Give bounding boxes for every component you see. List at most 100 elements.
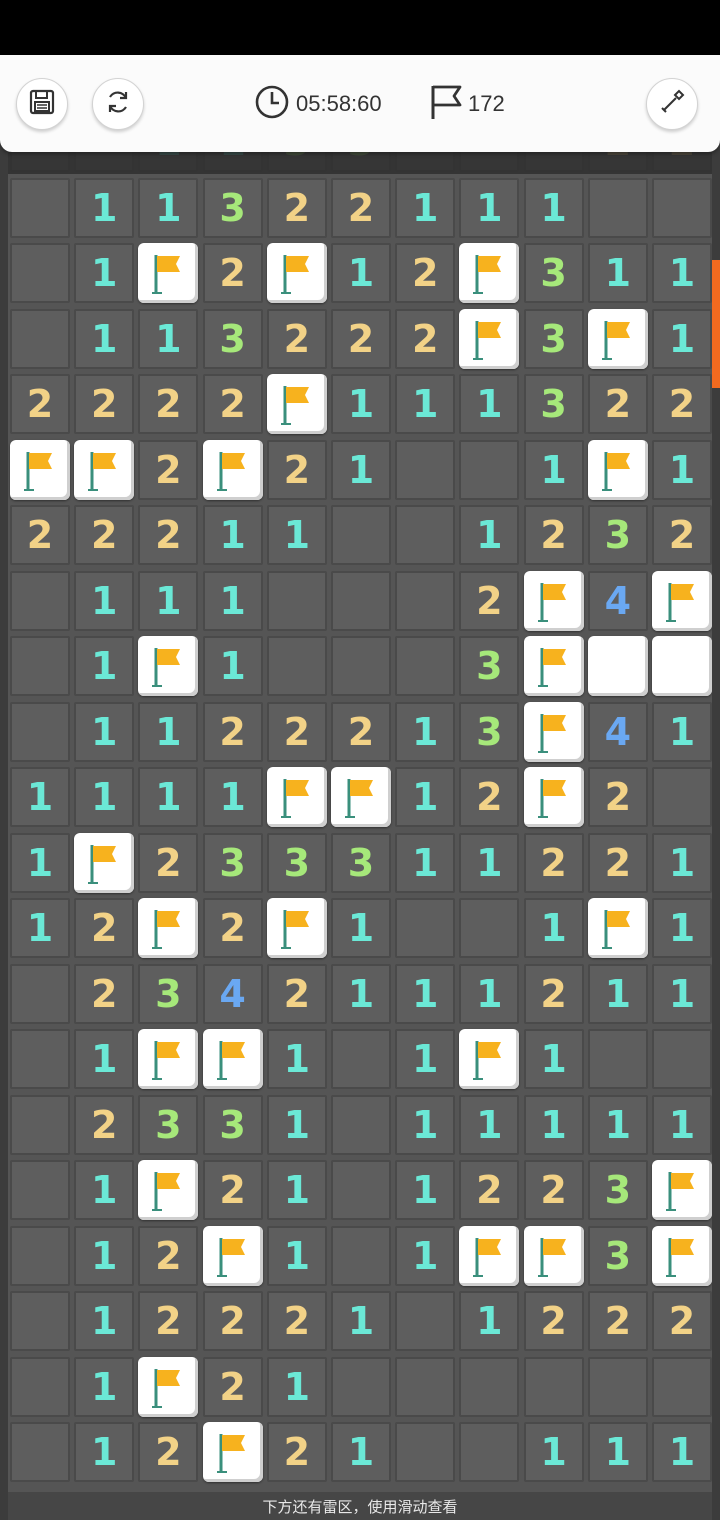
empty-cell[interactable] [395, 636, 456, 696]
number-cell[interactable]: 1 [74, 308, 135, 369]
empty-cell[interactable] [331, 1160, 391, 1220]
flagged-cell[interactable] [652, 570, 712, 631]
empty-cell[interactable] [266, 636, 327, 696]
number-cell[interactable]: 2 [202, 374, 263, 434]
number-cell[interactable]: 2 [459, 570, 520, 631]
number-cell[interactable]: 2 [202, 1291, 263, 1351]
number-cell[interactable]: 1 [523, 1094, 584, 1155]
number-cell[interactable]: 1 [395, 177, 456, 238]
number-cell[interactable]: 2 [587, 374, 648, 434]
flagged-cell[interactable] [652, 1225, 712, 1286]
number-cell[interactable]: 1 [74, 1029, 135, 1089]
number-cell[interactable]: 1 [459, 177, 520, 238]
empty-cell[interactable] [10, 1225, 70, 1286]
empty-cell[interactable] [459, 439, 520, 500]
flagged-cell[interactable] [266, 767, 327, 827]
number-cell[interactable]: 1 [266, 1356, 327, 1417]
number-cell[interactable]: 3 [587, 1225, 648, 1286]
number-cell[interactable]: 1 [74, 570, 135, 631]
number-cell[interactable]: 2 [138, 374, 199, 434]
empty-cell[interactable] [10, 1094, 70, 1155]
number-cell[interactable]: 1 [652, 439, 712, 500]
number-cell[interactable]: 1 [587, 243, 648, 303]
number-cell[interactable]: 1 [266, 505, 327, 565]
number-cell[interactable]: 2 [587, 1291, 648, 1351]
empty-cell[interactable] [10, 308, 70, 369]
number-cell[interactable]: 1 [74, 177, 135, 238]
number-cell[interactable]: 1 [74, 1422, 135, 1482]
flagged-cell[interactable] [523, 1225, 584, 1286]
empty-cell[interactable] [331, 570, 391, 631]
number-cell[interactable]: 2 [395, 243, 456, 303]
number-cell[interactable]: 2 [74, 898, 135, 958]
number-cell[interactable]: 3 [459, 701, 520, 762]
number-cell[interactable]: 3 [331, 832, 391, 893]
number-cell[interactable]: 2 [138, 1422, 199, 1482]
number-cell[interactable]: 2 [138, 439, 199, 500]
number-cell[interactable]: 1 [652, 701, 712, 762]
shovel-button[interactable] [646, 78, 698, 130]
number-cell[interactable]: 1 [266, 1160, 327, 1220]
number-cell[interactable]: 2 [266, 308, 327, 369]
empty-cell[interactable] [331, 1225, 391, 1286]
number-cell[interactable]: 4 [202, 963, 263, 1024]
number-cell[interactable]: 1 [587, 1422, 648, 1482]
number-cell[interactable]: 1 [202, 767, 263, 827]
number-cell[interactable]: 2 [202, 898, 263, 958]
empty-cell[interactable] [652, 1029, 712, 1089]
empty-cell[interactable] [10, 177, 70, 238]
flagged-cell[interactable] [587, 439, 648, 500]
number-cell[interactable]: 1 [652, 898, 712, 958]
number-cell[interactable]: 2 [331, 308, 391, 369]
scroll-indicator[interactable] [712, 260, 720, 388]
flagged-cell[interactable] [202, 439, 263, 500]
flagged-cell[interactable] [459, 1225, 520, 1286]
number-cell[interactable]: 2 [266, 1291, 327, 1351]
number-cell[interactable]: 1 [10, 832, 70, 893]
empty-cell[interactable] [395, 505, 456, 565]
number-cell[interactable]: 1 [331, 374, 391, 434]
flagged-cell[interactable] [587, 308, 648, 369]
empty-cell[interactable] [395, 1422, 456, 1482]
flagged-cell[interactable] [459, 243, 520, 303]
flagged-cell[interactable] [266, 243, 327, 303]
empty-cell[interactable] [587, 1356, 648, 1417]
number-cell[interactable]: 2 [266, 177, 327, 238]
number-cell[interactable]: 1 [459, 1094, 520, 1155]
flagged-cell[interactable] [74, 832, 135, 893]
number-cell[interactable]: 2 [331, 177, 391, 238]
number-cell[interactable]: 1 [74, 636, 135, 696]
number-cell[interactable]: 1 [266, 1094, 327, 1155]
number-cell[interactable]: 2 [202, 1160, 263, 1220]
number-cell[interactable]: 3 [266, 832, 327, 893]
number-cell[interactable]: 2 [10, 505, 70, 565]
empty-cell[interactable] [10, 243, 70, 303]
number-cell[interactable]: 1 [331, 1422, 391, 1482]
number-cell[interactable]: 2 [74, 505, 135, 565]
empty-cell[interactable] [331, 1029, 391, 1089]
flagged-cell[interactable] [138, 636, 199, 696]
number-cell[interactable]: 1 [459, 374, 520, 434]
number-cell[interactable]: 4 [587, 701, 648, 762]
number-cell[interactable]: 1 [523, 1029, 584, 1089]
number-cell[interactable]: 1 [652, 832, 712, 893]
empty-cell[interactable] [331, 505, 391, 565]
flagged-cell[interactable] [138, 243, 199, 303]
number-cell[interactable]: 2 [74, 1094, 135, 1155]
number-cell[interactable]: 1 [202, 570, 263, 631]
number-cell[interactable]: 1 [395, 767, 456, 827]
number-cell[interactable]: 2 [266, 439, 327, 500]
empty-cell[interactable] [331, 1094, 391, 1155]
number-cell[interactable]: 1 [74, 767, 135, 827]
flagged-cell[interactable] [459, 1029, 520, 1089]
number-cell[interactable]: 2 [395, 308, 456, 369]
number-cell[interactable]: 2 [10, 374, 70, 434]
empty-cell[interactable] [331, 1356, 391, 1417]
number-cell[interactable]: 3 [523, 243, 584, 303]
empty-cell[interactable] [10, 1029, 70, 1089]
number-cell[interactable]: 2 [587, 832, 648, 893]
empty-cell[interactable] [10, 636, 70, 696]
flagged-cell[interactable] [10, 439, 70, 500]
number-cell[interactable]: 1 [331, 963, 391, 1024]
empty-cell[interactable] [10, 701, 70, 762]
